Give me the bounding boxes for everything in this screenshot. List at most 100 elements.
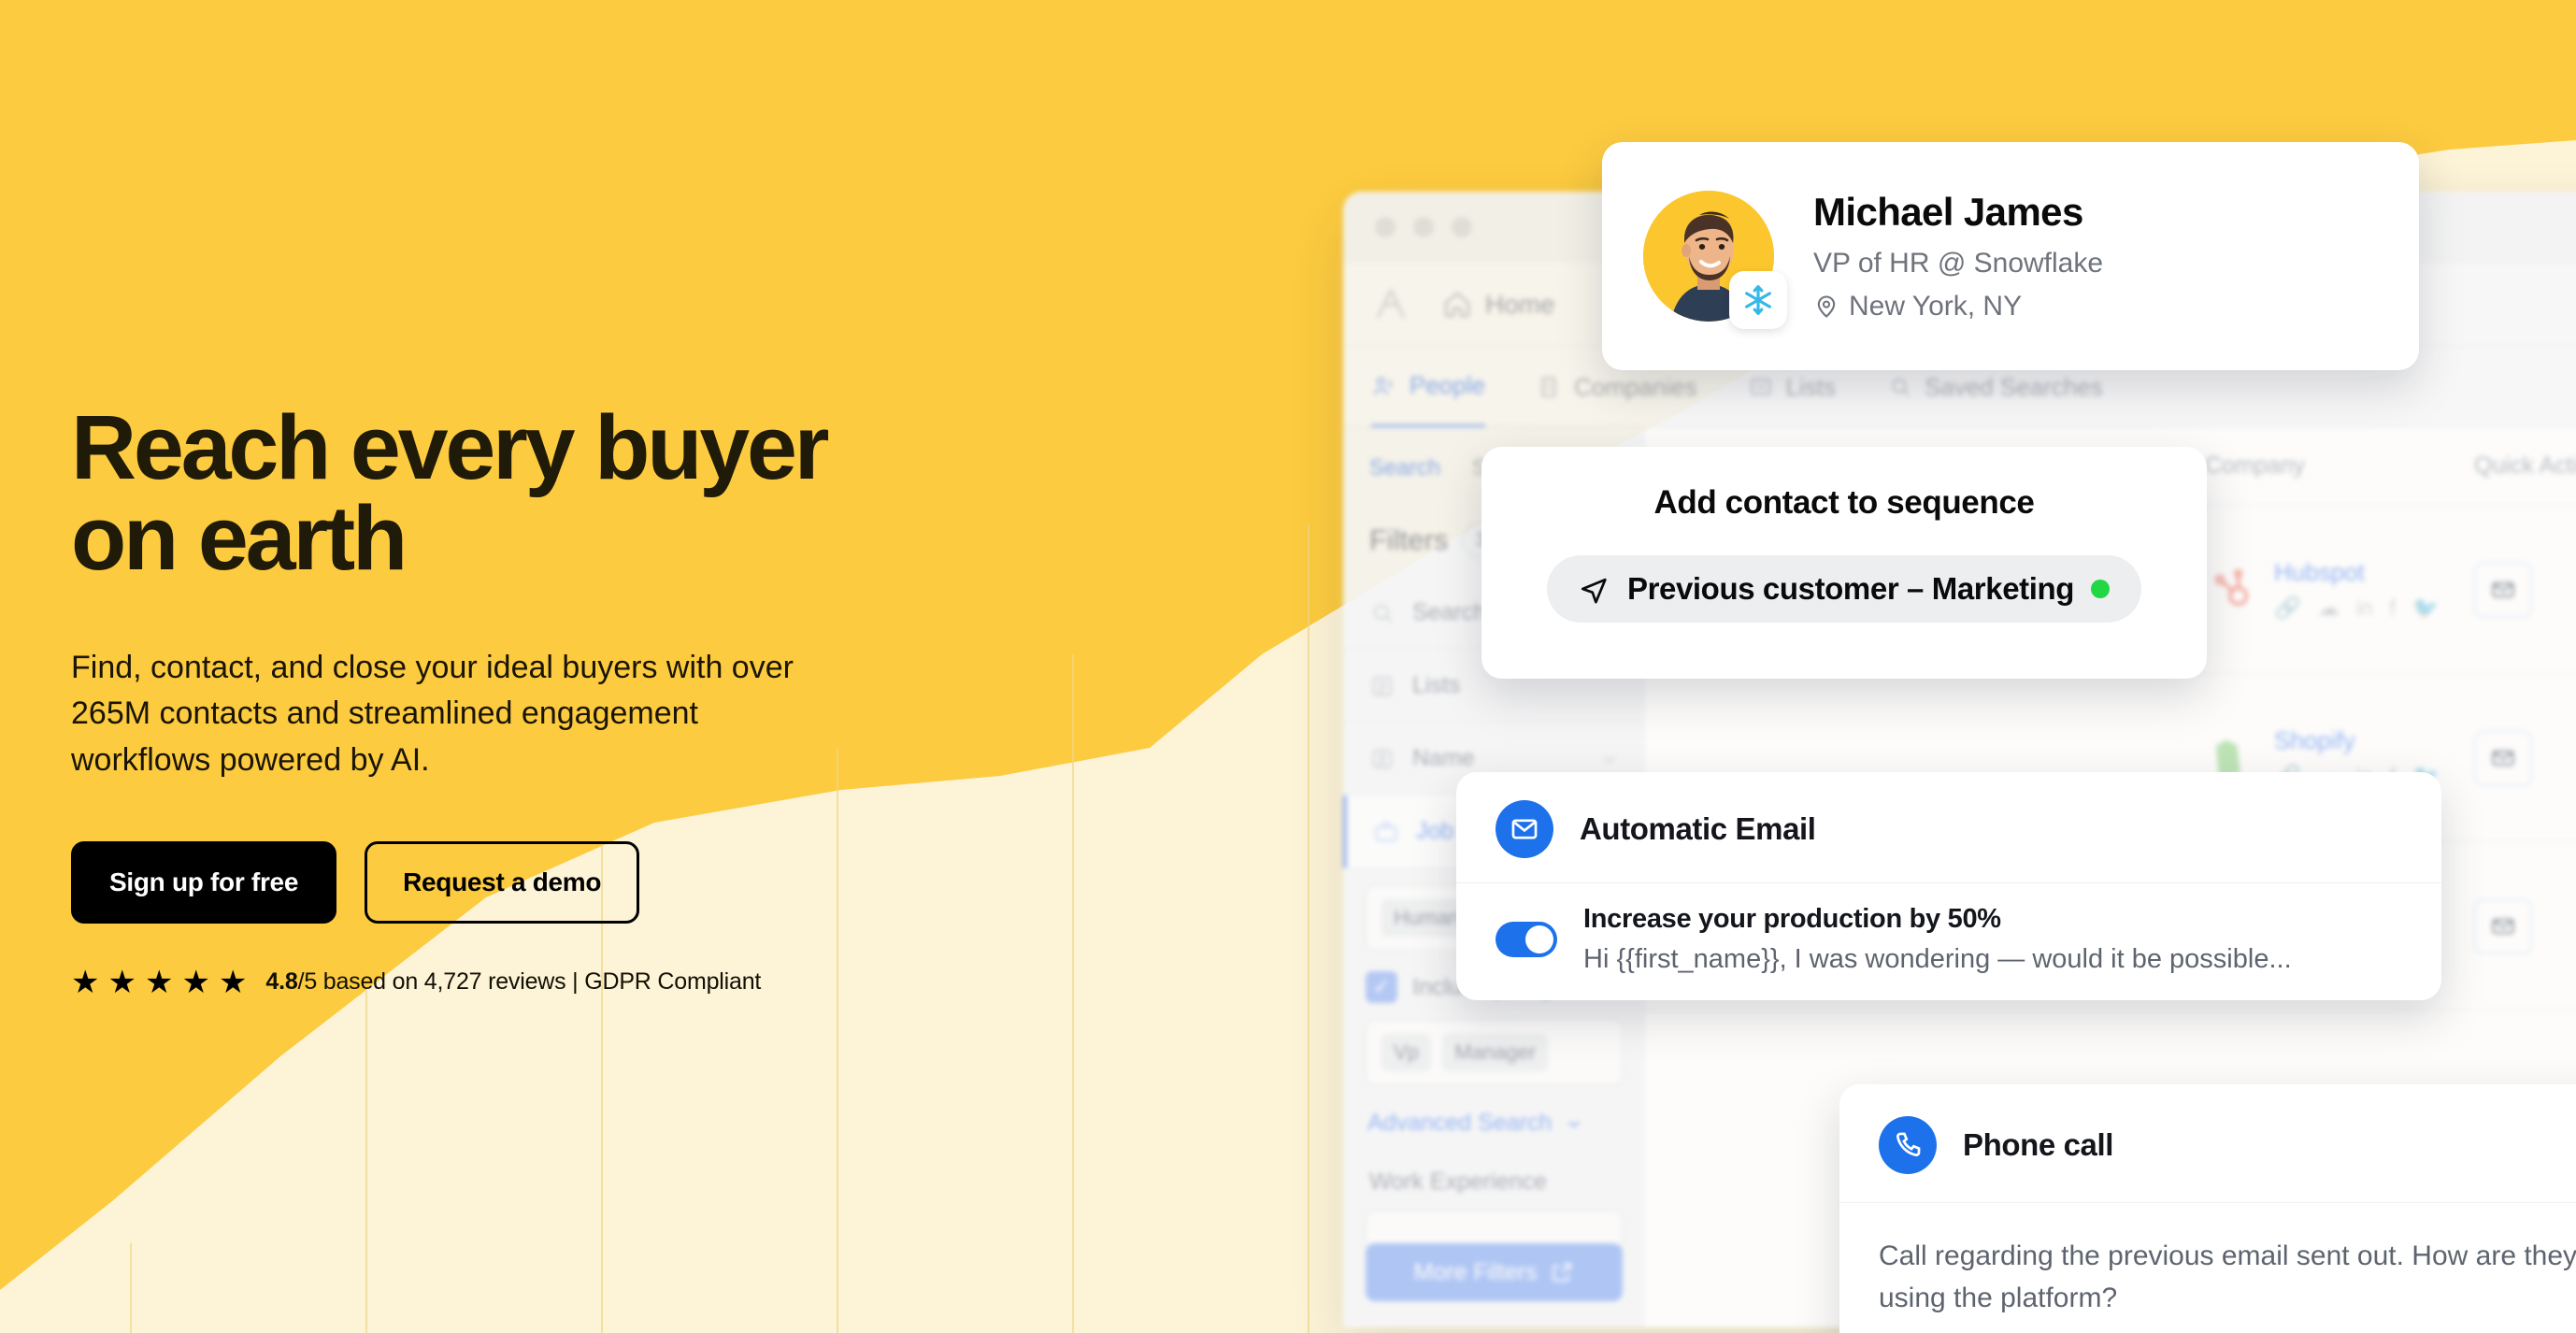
avatar <box>1643 191 1787 329</box>
star-icon: ★ <box>181 964 210 1000</box>
rating-score: 4.8 <box>265 968 298 996</box>
advanced-search-label: Advanced Search <box>1367 1110 1553 1136</box>
contact-name: Michael James <box>1813 190 2083 234</box>
tab-lists-label: Lists <box>1785 372 1836 401</box>
cell-quick-actions <box>2474 898 2576 953</box>
request-demo-button[interactable]: Request a demo <box>365 840 640 924</box>
star-icon: ★ <box>71 964 100 1000</box>
cloud-icon[interactable]: ☁ <box>2318 595 2340 621</box>
cell-company: Hubspot 🔗 ☁ in f 🐦 <box>2205 558 2474 621</box>
quick-action-email-button[interactable] <box>2474 730 2532 785</box>
subtab-search[interactable]: Search <box>1369 455 1440 481</box>
twitter-icon[interactable]: 🐦 <box>2412 595 2440 621</box>
envelope-icon <box>1496 800 1553 858</box>
search-icon <box>1888 375 1912 399</box>
automatic-email-header: Automatic Email <box>1456 772 2441 883</box>
people-icon <box>1371 373 1397 399</box>
hero-cta-group: Sign up for free Request a demo <box>71 840 1286 924</box>
add-to-sequence-card[interactable]: Add contact to sequence Previous custome… <box>1481 447 2207 679</box>
map-pin-icon <box>1813 294 1839 320</box>
automatic-email-title: Automatic Email <box>1580 811 1816 846</box>
phone-call-header: Phone call <box>1839 1084 2576 1203</box>
column-header-company: Company <box>2205 452 2305 479</box>
filters-label: Filters <box>1369 523 1449 556</box>
hero-section: Reach every buyer on earth Find, contact… <box>71 402 1286 998</box>
contact-card[interactable]: Michael James VP of HR @ Snowflake New Y… <box>1602 142 2419 370</box>
rating-detail: /5 based on 4,727 reviews | GDPR Complia… <box>297 968 762 996</box>
email-text-block: Increase your production by 50% Hi {{fir… <box>1583 904 2292 975</box>
phone-call-body: Call regarding the previous email sent o… <box>1879 1240 2576 1313</box>
tab-companies-label: Companies <box>1573 372 1697 401</box>
column-header-quick-actions: Quick Actions <box>2474 452 2576 479</box>
contact-details: Michael James VP of HR @ Snowflake New Y… <box>1813 190 2103 322</box>
contact-location-label: New York, NY <box>1849 291 2023 322</box>
email-subject: Increase your production by 50% <box>1583 904 2001 934</box>
automatic-email-card[interactable]: Automatic Email Increase your production… <box>1456 772 2441 1000</box>
active-status-dot <box>2091 580 2111 598</box>
building-icon <box>1538 375 1562 399</box>
star-icon: ★ <box>218 964 248 1000</box>
phone-call-title: Phone call <box>1963 1127 2114 1162</box>
window-maximize-dot[interactable] <box>1452 217 1472 237</box>
nav-item-home[interactable]: Home <box>1442 290 1555 320</box>
window-minimize-dot[interactable] <box>1413 217 1434 237</box>
advanced-search-toggle[interactable]: Advanced Search <box>1367 1110 1643 1137</box>
chip-seniority-vp[interactable]: Vp <box>1381 1034 1431 1071</box>
hubspot-logo-icon <box>2205 565 2255 615</box>
linkedin-icon[interactable]: in <box>2356 595 2373 621</box>
contact-location: New York, NY <box>1813 291 2103 322</box>
chip-seniority-manager[interactable]: Manager <box>1442 1034 1549 1071</box>
window-close-dot[interactable] <box>1375 217 1395 237</box>
send-icon <box>1579 573 1610 605</box>
phone-icon <box>1879 1116 1937 1174</box>
sequence-card-title: Add contact to sequence <box>1653 484 2035 521</box>
sidebar-row-label: Lists <box>1412 672 1461 698</box>
facebook-icon[interactable]: f <box>2390 595 2396 621</box>
cell-quick-actions <box>2474 562 2576 617</box>
company-name[interactable]: Shopify <box>2274 726 2355 754</box>
cell-quick-actions <box>2474 730 2576 785</box>
rating-row: ★ ★ ★ ★ ★ 4.8/5 based on 4,727 reviews |… <box>71 967 1286 998</box>
email-preview: Hi {{first_name}}, I was wondering — wou… <box>1583 944 2292 974</box>
more-filters-button[interactable]: More Filters <box>1366 1243 1623 1301</box>
briefcase-icon <box>1373 819 1399 845</box>
star-icon: ★ <box>144 964 174 1000</box>
company-social-links: 🔗 ☁ in f 🐦 <box>2274 595 2440 621</box>
more-filters-wrap: More Filters <box>1343 1243 1643 1301</box>
more-filters-label: More Filters <box>1413 1258 1538 1285</box>
quick-action-email-button[interactable] <box>2474 562 2532 617</box>
sequence-option-label: Previous customer – Marketing <box>1626 571 2075 606</box>
email-enabled-toggle[interactable] <box>1496 922 1557 957</box>
nav-home-label: Home <box>1485 289 1555 319</box>
external-link-icon <box>1550 1260 1574 1284</box>
contact-role: VP of HR @ Snowflake <box>1813 248 2104 279</box>
search-icon <box>1369 600 1395 626</box>
chevron-down-icon <box>1564 1113 1584 1134</box>
tab-people-label: People <box>1410 371 1485 399</box>
star-rating: ★ ★ ★ ★ ★ <box>71 967 247 998</box>
tab-people[interactable]: People <box>1371 347 1485 427</box>
company-name[interactable]: Hubspot <box>2274 558 2365 586</box>
tab-saved-searches-label: Saved Searches <box>1924 372 2103 401</box>
company-info: Hubspot 🔗 ☁ in f 🐦 <box>2274 558 2440 621</box>
snowflake-logo-icon <box>1729 271 1787 329</box>
apollo-logo-icon[interactable] <box>1371 285 1410 324</box>
quick-action-email-button[interactable] <box>2474 898 2532 953</box>
seniority-chip-field[interactable]: Vp Manager <box>1366 1020 1623 1085</box>
list-icon <box>1369 673 1395 699</box>
chevron-down-icon[interactable] <box>1598 748 1621 770</box>
checkbox-icon[interactable]: ✓ <box>1366 971 1397 1003</box>
work-experience-label: Work Experience <box>1369 1168 1547 1195</box>
sign-up-button[interactable]: Sign up for free <box>71 840 337 924</box>
person-icon <box>1369 746 1395 772</box>
rating-text: 4.8/5 based on 4,727 reviews | GDPR Comp… <box>265 968 761 996</box>
link-icon[interactable]: 🔗 <box>2274 595 2301 621</box>
sequence-option-item[interactable]: Previous customer – Marketing <box>1546 555 2142 623</box>
sidebar-row-label: Name <box>1412 745 1475 771</box>
star-icon: ★ <box>107 964 136 1000</box>
hero-subtitle: Find, contact, and close your ideal buye… <box>71 650 794 778</box>
automatic-email-body: Increase your production by 50% Hi {{fir… <box>1456 883 2441 975</box>
phone-call-card[interactable]: Phone call Call regarding the previous e… <box>1839 1084 2576 1333</box>
page-title: Reach every buyer on earth <box>71 396 830 589</box>
home-icon <box>1442 290 1472 320</box>
